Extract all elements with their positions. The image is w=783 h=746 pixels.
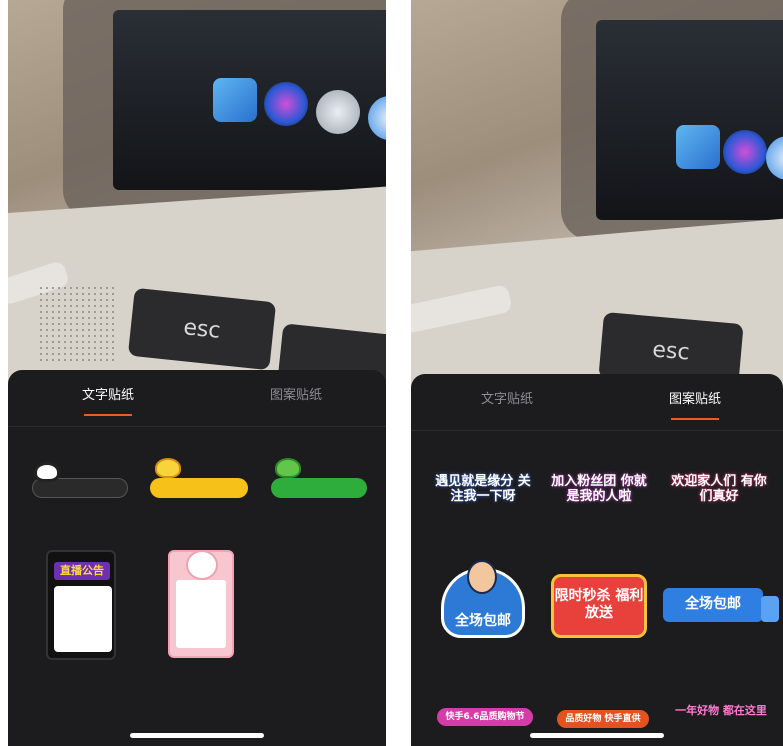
tab-label: 图案贴纸: [669, 392, 722, 407]
esc-key-label: esc: [182, 314, 222, 344]
sticker-text: 一年好物 都在这里: [675, 704, 767, 717]
sticker-text-wrap: 全场包邮: [663, 597, 763, 612]
tab-label: 文字贴纸: [481, 392, 534, 407]
laptop-screen: [596, 20, 783, 220]
finder-icon: [213, 78, 257, 122]
sticker-text-wrap: 一年好物 都在这里: [673, 704, 769, 717]
sticker-text: 限时秒杀 福利放送: [554, 588, 644, 621]
sticker-text: 快手6.6品质购物节: [445, 712, 525, 722]
speaker-grille: [38, 285, 118, 365]
sticker-text: 遇见就是缘分 关注我一下呀: [435, 474, 531, 504]
sticker-text: 欢迎家人们 有你们真好: [671, 474, 767, 504]
sticker-live-notice-card[interactable]: 直播公告: [46, 550, 116, 660]
launchpad-icon: [316, 90, 360, 134]
sticker-text: 加入粉丝团 你就是我的人啦: [551, 474, 647, 504]
esc-key-label: esc: [651, 336, 691, 366]
sticker-tabs: 文字贴纸 图案贴纸: [8, 384, 386, 424]
sticker-text-wrap: 快手6.6品质购物节: [437, 710, 533, 724]
sticker-text-wrap: 品质好物 快手直供: [557, 712, 649, 726]
bunny-icon: [186, 552, 218, 580]
sticker-year-goods[interactable]: 一年好物 都在这里: [673, 700, 769, 730]
sticker-text: 全场包邮: [455, 613, 511, 629]
sticker-text: 品质好物 快手直供: [565, 714, 641, 724]
frog-icon: [275, 458, 301, 478]
sticker-text-wrap: 限时秒杀 福利放送: [551, 588, 647, 622]
tab-text-stickers[interactable]: 文字贴纸: [82, 384, 135, 416]
notice-content-area: [54, 586, 112, 652]
panda-icon: [34, 462, 60, 482]
tab-text-stickers[interactable]: 文字贴纸: [481, 388, 533, 407]
sticker-panel: 文字贴纸 图案贴纸 直播公告: [8, 370, 386, 746]
truck-cab: [761, 596, 779, 622]
sticker-quality-goods[interactable]: 品质好物 快手直供: [557, 710, 649, 728]
yellow-bar: [150, 478, 248, 498]
right-screen: esc 文字贴纸 图案贴纸 遇见就是缘分 关注我一下呀 加入粉丝团 你就是我的人…: [411, 0, 783, 746]
home-indicator: [130, 733, 264, 738]
tab-label: 文字贴纸: [82, 388, 135, 403]
sticker-text: 全场包邮: [685, 596, 741, 612]
divider: [411, 430, 783, 431]
green-bar: [271, 478, 367, 498]
siri-icon: [264, 82, 308, 126]
camera-preview: esc: [8, 0, 386, 435]
tab-pattern-stickers[interactable]: 图案贴纸: [270, 384, 322, 403]
home-indicator: [530, 733, 664, 738]
active-tab-indicator: [671, 418, 719, 420]
divider: [8, 426, 386, 427]
sticker-fate-follow[interactable]: 遇见就是缘分 关注我一下呀: [433, 474, 533, 504]
live-notice-title: 直播公告: [54, 562, 110, 580]
sticker-fan-club[interactable]: 加入粉丝团 你就是我的人啦: [549, 474, 649, 504]
sticker-panel: 文字贴纸 图案贴纸 遇见就是缘分 关注我一下呀 加入粉丝团 你就是我的人啦 欢迎…: [411, 374, 783, 746]
chick-icon: [155, 458, 181, 478]
sticker-tabs: 文字贴纸 图案贴纸: [411, 388, 783, 428]
tab-pattern-stickers[interactable]: 图案贴纸: [669, 388, 722, 420]
left-screen: esc 文字贴纸 图案贴纸 直播公告: [8, 0, 386, 746]
active-tab-indicator: [84, 414, 132, 416]
tab-label: 图案贴纸: [270, 388, 323, 403]
finder-icon: [676, 125, 720, 169]
camera-preview: esc: [411, 0, 783, 453]
person-face: [467, 560, 497, 594]
sticker-welcome-family[interactable]: 欢迎家人们 有你们真好: [669, 474, 769, 504]
sticker-text-wrap: 全场包邮: [439, 614, 527, 629]
sticker-kuaishou-66[interactable]: 快手6.6品质购物节: [437, 708, 533, 726]
bunny-content-area: [176, 580, 226, 648]
sticker-bunny-card[interactable]: [168, 550, 234, 658]
siri-icon: [723, 130, 767, 174]
